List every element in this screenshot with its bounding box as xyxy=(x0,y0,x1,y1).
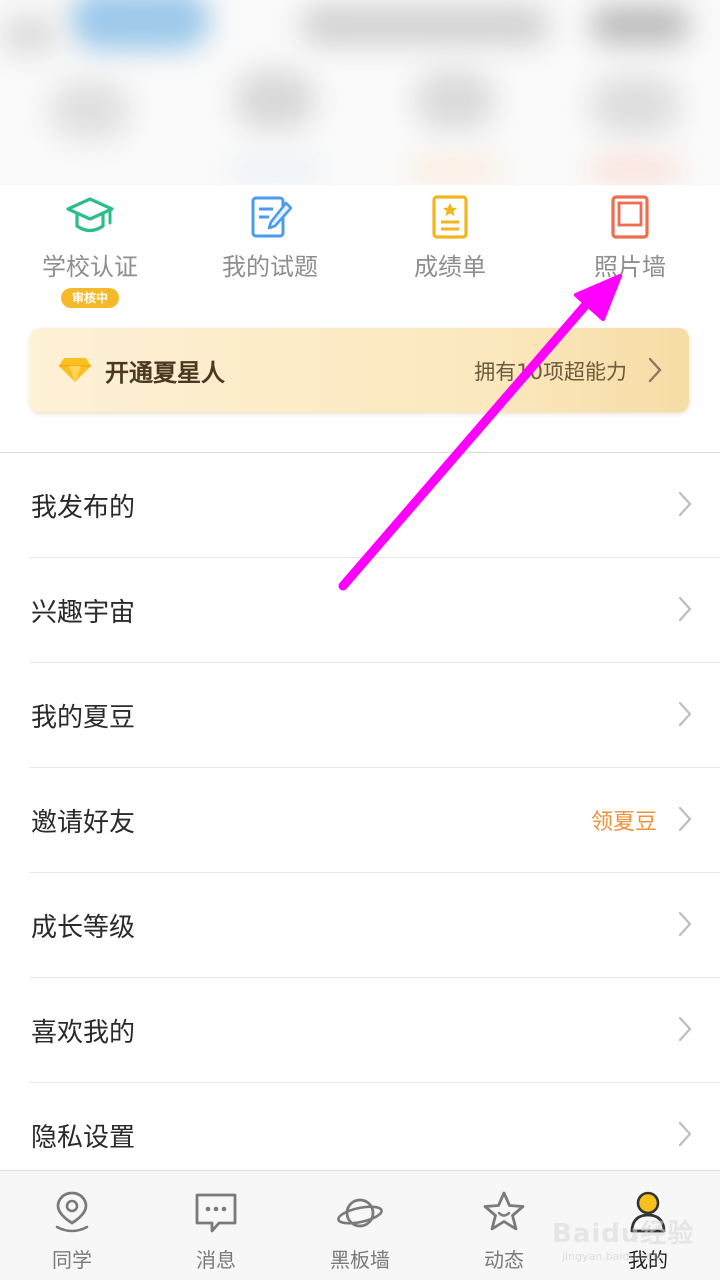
menu-item-interest-universe[interactable]: 兴趣宇宙 xyxy=(0,558,720,663)
chevron-right-icon xyxy=(678,491,692,517)
menu-item-label: 成长等级 xyxy=(31,913,136,943)
menu-item-label: 邀请好友 xyxy=(31,808,136,838)
tab-classmates[interactable]: 同学 xyxy=(0,1171,144,1280)
menu-item-label: 兴趣宇宙 xyxy=(31,598,136,628)
location-pin-icon xyxy=(55,1191,89,1233)
chevron-right-icon xyxy=(678,1016,692,1042)
watermark-brand: Baidu经验 xyxy=(552,1219,695,1249)
diamond-icon xyxy=(59,358,91,382)
quick-action-label: 成绩单 xyxy=(414,253,486,281)
vip-title: 开通夏星人 xyxy=(105,359,225,387)
quick-action-label: 我的试题 xyxy=(222,253,318,281)
menu-item-likes-me[interactable]: 喜欢我的 xyxy=(0,978,720,1083)
settings-menu: 我发布的 兴趣宇宙 我的夏豆 邀请好友 领夏豆 成长等级 喜欢我的 隐私设置 xyxy=(0,453,720,1188)
blurred-profile-header xyxy=(0,0,720,185)
menu-item-my-posts[interactable]: 我发布的 xyxy=(0,453,720,558)
tab-blackboard-wall[interactable]: 黑板墙 xyxy=(288,1171,432,1280)
quick-actions: 学校认证 审核中 我的试题 成绩单 照片墙 xyxy=(0,185,720,315)
watermark: Baidu经验 jingyan.baidu.com xyxy=(552,1213,712,1273)
quick-action-label: 照片墙 xyxy=(594,253,666,281)
quick-action-transcript[interactable]: 成绩单 xyxy=(360,185,540,315)
chat-bubble-icon xyxy=(195,1193,237,1233)
menu-item-label: 我的夏豆 xyxy=(31,703,136,733)
vip-banner[interactable]: 开通夏星人 拥有10项超能力 xyxy=(30,328,689,412)
quick-action-label: 学校认证 xyxy=(42,253,138,281)
status-badge: 审核中 xyxy=(61,288,119,308)
chevron-right-icon xyxy=(678,596,692,622)
menu-item-growth-level[interactable]: 成长等级 xyxy=(0,873,720,978)
menu-item-invite-friends[interactable]: 邀请好友 领夏豆 xyxy=(0,768,720,873)
star-icon xyxy=(483,1191,525,1231)
chevron-right-icon xyxy=(648,357,662,383)
quick-action-school-verify[interactable]: 学校认证 审核中 xyxy=(0,185,180,315)
transcript-icon xyxy=(432,195,468,239)
tab-label: 消息 xyxy=(196,1248,236,1272)
menu-item-label: 我发布的 xyxy=(31,493,136,523)
vip-subtitle: 拥有10项超能力 xyxy=(474,360,627,384)
quick-action-photo-wall[interactable]: 照片墙 xyxy=(540,185,720,315)
chevron-right-icon xyxy=(678,1121,692,1147)
menu-item-my-beans[interactable]: 我的夏豆 xyxy=(0,663,720,768)
tab-label: 黑板墙 xyxy=(330,1248,390,1272)
planet-icon xyxy=(337,1198,383,1228)
menu-item-label: 喜欢我的 xyxy=(31,1018,136,1048)
graduation-cap-icon xyxy=(66,197,114,233)
watermark-url: jingyan.baidu.com xyxy=(562,1250,664,1263)
quick-action-my-questions[interactable]: 我的试题 xyxy=(180,185,360,315)
pencil-paper-icon xyxy=(251,196,293,238)
chevron-right-icon xyxy=(678,806,692,832)
chevron-right-icon xyxy=(678,701,692,727)
menu-item-label: 隐私设置 xyxy=(31,1123,136,1153)
chevron-right-icon xyxy=(678,911,692,937)
tab-label: 同学 xyxy=(52,1248,92,1272)
tab-messages[interactable]: 消息 xyxy=(144,1171,288,1280)
photo-frame-icon xyxy=(611,195,649,239)
menu-item-extra: 领夏豆 xyxy=(590,810,657,835)
